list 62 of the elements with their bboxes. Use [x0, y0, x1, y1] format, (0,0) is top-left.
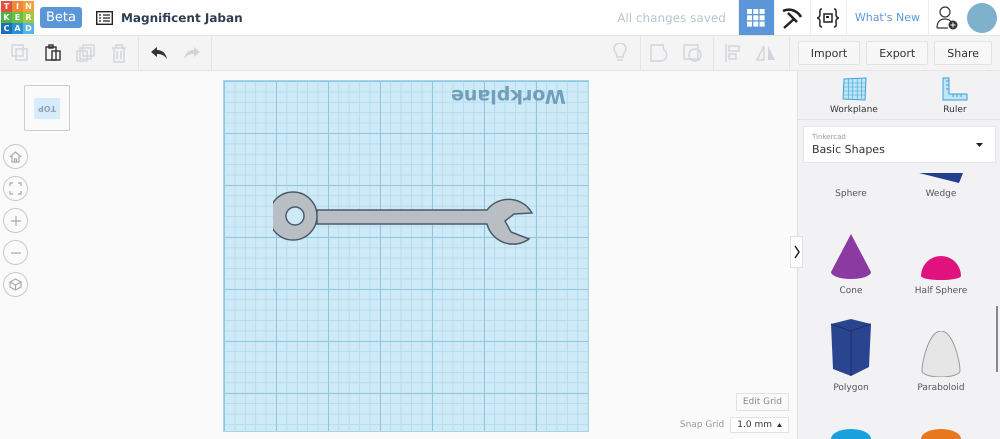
- pickaxe-icon: [781, 6, 804, 28]
- redo-arrow-icon: [182, 46, 200, 60]
- ruler-icon: [942, 77, 968, 101]
- clipboard-icon: [44, 44, 62, 62]
- workplane-label: Workplane: [451, 85, 566, 107]
- shape-item[interactable]: Wedge: [896, 165, 986, 199]
- lightbulb-icon: [612, 43, 628, 63]
- logo-letter: K: [1, 12, 12, 23]
- perspective-button[interactable]: [3, 272, 28, 297]
- snap-grid-select[interactable]: 1.0 mm: [730, 417, 789, 433]
- chevron-icon: [794, 245, 800, 259]
- shape-item[interactable]: Sphere: [806, 165, 896, 199]
- logo-letter: A: [12, 23, 23, 34]
- beta-badge: Beta: [40, 7, 82, 28]
- logo-letter: C: [1, 23, 12, 34]
- logo-letter: R: [23, 12, 34, 23]
- shape-item[interactable]: Polygon: [806, 305, 896, 393]
- cube-icon: [9, 278, 22, 291]
- shape-item[interactable]: Half Sphere: [896, 208, 986, 296]
- scrollbar[interactable]: [996, 306, 998, 372]
- copy-icon: [10, 44, 28, 62]
- design-title[interactable]: Magnificent Jaban: [120, 10, 243, 24]
- toolbar-action-button[interactable]: Share: [934, 41, 992, 65]
- fit-button[interactable]: [3, 176, 28, 201]
- ruler-tool-button[interactable]: Ruler: [932, 77, 978, 115]
- shape-item[interactable]: Paraboloid: [896, 305, 986, 393]
- mirror-icon: [756, 45, 776, 61]
- fit-view-icon: [9, 182, 22, 195]
- workplane-grid-icon: [840, 77, 867, 101]
- logo-letter: D: [23, 23, 34, 34]
- logo-letter: E: [12, 12, 23, 23]
- solid-shape-icon: [650, 44, 670, 62]
- snap-grid-label: Snap Grid: [680, 420, 724, 430]
- trash-icon: [110, 44, 126, 62]
- logo-letter: I: [12, 1, 23, 12]
- dropdown-caret-icon: [976, 142, 983, 146]
- cube-face-label: TOP: [34, 98, 60, 118]
- home-button[interactable]: [3, 144, 28, 169]
- edit-grid-button[interactable]: Edit Grid: [736, 393, 789, 411]
- logo[interactable]: T I N K E R C A D: [1, 1, 34, 35]
- home-icon: [9, 150, 22, 162]
- caret-icon: [777, 423, 782, 427]
- duplicate-icon: [76, 44, 96, 62]
- add-user-icon: [936, 6, 958, 30]
- collapse-panel-button[interactable]: [790, 236, 803, 268]
- undo-arrow-icon: [150, 46, 168, 60]
- logo-letter: N: [23, 1, 34, 12]
- zoom-in-icon: [10, 214, 22, 226]
- align-icon: [725, 43, 742, 63]
- hole-shape-icon: [683, 44, 704, 62]
- logo-letter: T: [1, 1, 12, 12]
- grid-icon: [747, 8, 766, 26]
- save-status: All changes saved: [617, 10, 726, 24]
- workplane-tool-button[interactable]: Workplane: [820, 77, 888, 115]
- zoom-out-button[interactable]: [3, 240, 28, 265]
- wrench-drawing[interactable]: [273, 189, 535, 245]
- toolbar-action-button[interactable]: Export: [866, 41, 928, 65]
- shape-item[interactable]: Cone: [806, 208, 896, 296]
- code-block-icon: [816, 8, 840, 28]
- list-icon[interactable]: [96, 10, 113, 24]
- zoom-in-button[interactable]: [3, 208, 28, 233]
- toolbar-action-button[interactable]: Import: [798, 41, 860, 65]
